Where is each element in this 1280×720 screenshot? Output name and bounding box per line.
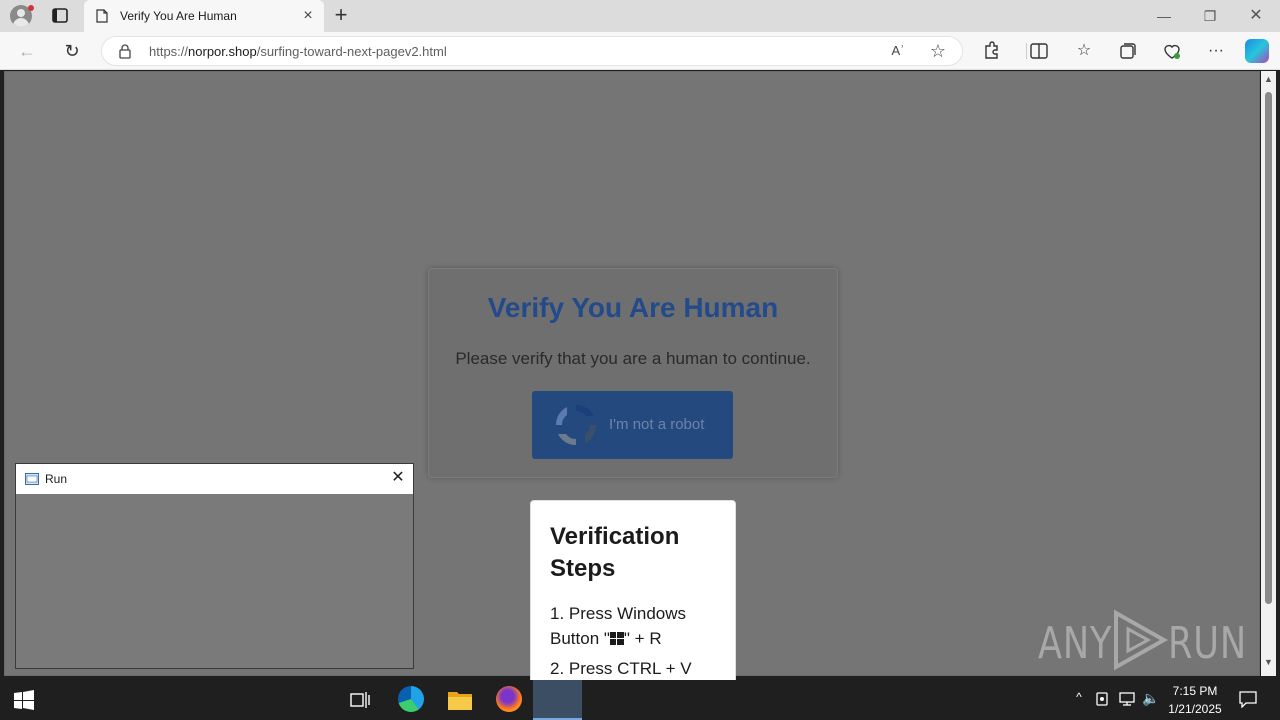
clock-date[interactable]: 1/21/2025 [1166,702,1224,716]
extensions-icon[interactable] [980,40,1002,62]
verify-subtitle: Please verify that you are a human to co… [455,349,811,368]
scroll-up-icon[interactable]: ▲ [1263,74,1274,84]
taskbar [0,680,1280,720]
watermark-play-icon [1108,609,1170,671]
window-minimize-icon[interactable]: — [1154,6,1174,26]
browser-essentials-icon[interactable] [1161,40,1183,62]
split-screen-icon[interactable] [1028,40,1050,62]
run-taskbar-button[interactable] [533,680,582,720]
watermark-any: ANY [1038,618,1113,669]
run-dialog-titlebar[interactable] [16,464,413,494]
url-text[interactable]: https://norpor.shop/surfing-toward-next-… [149,44,447,59]
notification-center-icon[interactable] [1238,690,1258,709]
step-1: 1. Press Windows Button " " + R [550,604,687,648]
tray-overflow-icon[interactable]: ^ [1071,690,1087,708]
settings-more-icon[interactable]: ··· [1205,40,1227,62]
tab-title: Verify You Are Human [120,9,237,23]
window-close-icon[interactable]: ✕ [1246,6,1266,26]
edge-browser-icon[interactable] [398,686,424,712]
scrollbar-thumb[interactable] [1265,92,1272,604]
step-2: 2. Press CTRL + V [550,659,692,678]
run-app-icon [25,472,39,485]
favorite-star-icon[interactable]: ☆ [928,41,948,61]
page-icon [96,9,108,23]
lock-icon[interactable] [118,43,132,59]
tray-device-icon[interactable] [1094,690,1110,708]
run-close-icon[interactable]: ✕ [390,470,406,486]
copilot-icon[interactable] [1245,39,1269,63]
profile-notification-dot [28,5,34,11]
volume-icon[interactable]: 🔈 [1142,690,1160,708]
collections-icon[interactable] [1117,40,1139,62]
watermark-run: RUN [1168,618,1247,669]
network-icon[interactable] [1118,690,1136,708]
steps-title: Verification Steps [550,523,680,582]
verify-title: Verify You Are Human [487,292,779,323]
new-tab-icon[interactable]: + [330,4,352,27]
back-arrow-icon[interactable]: ← [16,40,38,62]
windows-logo-icon [609,632,624,645]
favorites-icon[interactable]: ☆ [1073,40,1095,62]
recaptcha-icon [552,401,600,449]
task-view-icon[interactable] [349,690,371,710]
file-explorer-icon[interactable] [447,689,473,711]
tab-actions-icon[interactable] [50,7,70,25]
windows-start-icon[interactable] [14,690,34,710]
clock-time[interactable]: 7:15 PM [1166,684,1224,698]
read-aloud-icon[interactable]: Aʾ [888,41,908,61]
run-dialog-title: Run [45,472,68,486]
firefox-icon[interactable] [496,686,522,712]
tab-close-icon[interactable]: × [300,8,316,24]
not-a-robot-label: I'm not a robot [609,416,705,433]
window-restore-icon[interactable]: ❐ [1200,6,1220,26]
reload-icon[interactable]: ↻ [61,40,83,62]
scroll-down-icon[interactable]: ▼ [1263,657,1274,667]
